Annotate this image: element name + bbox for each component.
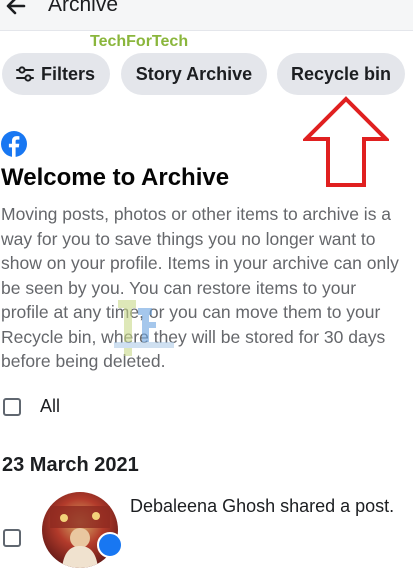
top-bar: Archive xyxy=(0,0,413,31)
date-heading: 23 March 2021 xyxy=(2,454,139,476)
page-title: Archive xyxy=(48,0,119,16)
filters-button[interactable]: Filters xyxy=(2,53,110,95)
welcome-title: Welcome to Archive xyxy=(1,164,230,191)
story-archive-button[interactable]: Story Archive xyxy=(121,53,267,95)
story-archive-label: Story Archive xyxy=(135,63,253,84)
item-checkbox[interactable] xyxy=(3,529,21,547)
post-description[interactable]: Debaleena Ghosh shared a post. xyxy=(130,494,400,519)
filters-label: Filters xyxy=(41,63,96,84)
recycle-bin-button[interactable]: Recycle bin xyxy=(277,53,405,95)
annotation-up-arrow xyxy=(303,96,389,187)
select-all-label: All xyxy=(40,396,61,416)
facebook-logo-icon xyxy=(1,131,27,157)
select-all-checkbox[interactable] xyxy=(3,398,21,416)
recycle-bin-label: Recycle bin xyxy=(290,63,392,84)
watermark-logo xyxy=(114,300,174,356)
watermark-text: TechForTech xyxy=(90,33,189,50)
verified-badge-icon xyxy=(97,532,123,558)
filters-icon xyxy=(16,66,34,82)
back-arrow-icon[interactable] xyxy=(4,0,28,18)
